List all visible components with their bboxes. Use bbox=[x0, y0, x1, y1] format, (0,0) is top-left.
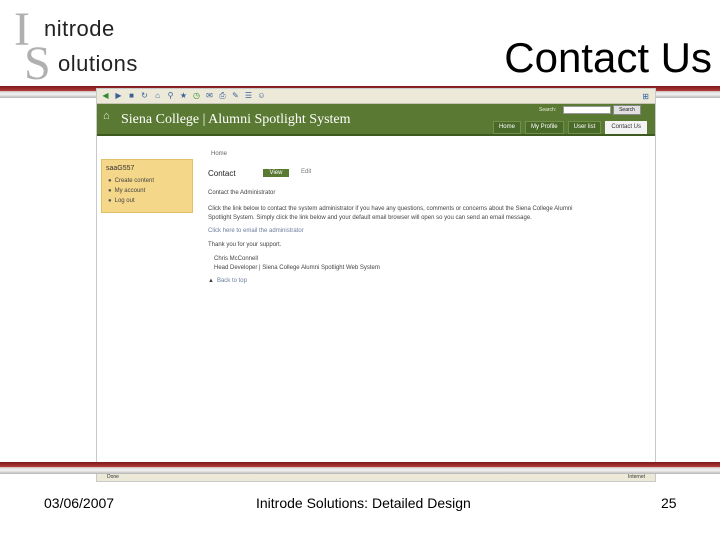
history-icon[interactable]: ◷ bbox=[192, 91, 201, 101]
sidebar-username: saaG557 bbox=[106, 165, 135, 172]
tab-view[interactable]: View bbox=[263, 169, 289, 177]
back-icon[interactable]: ◀ bbox=[101, 91, 110, 101]
thanks-text: Thank you for your support. bbox=[208, 242, 282, 248]
search-label: Search: bbox=[539, 107, 557, 113]
edit-icon[interactable]: ✎ bbox=[231, 91, 240, 101]
favorites-icon[interactable]: ★ bbox=[179, 91, 188, 101]
back-to-top-label: Back to top bbox=[216, 278, 247, 284]
forward-icon[interactable]: ▶ bbox=[114, 91, 123, 101]
user-sidebar: saaG557 ● Create content ● My account ● … bbox=[101, 159, 193, 213]
contact-heading: Contact the Administrator bbox=[208, 190, 276, 196]
stop-icon[interactable]: ■ bbox=[127, 91, 136, 101]
mail-icon[interactable]: ✉ bbox=[205, 91, 214, 101]
site-nav: Home My Profile User list Contact Us bbox=[492, 121, 647, 134]
search-icon[interactable]: ⚲ bbox=[166, 91, 175, 101]
home-icon[interactable]: ⌂ bbox=[153, 91, 162, 101]
initrode-logo: I nitrode S olutions bbox=[8, 6, 168, 90]
bullet-icon: ● bbox=[108, 198, 112, 204]
sidebar-item-label: My account bbox=[114, 188, 146, 194]
browser-toolbar: ◀ ▶ ■ ↻ ⌂ ⚲ ★ ◷ ✉ ⎙ ✎ ☰ ☺ ⊞ bbox=[97, 89, 655, 104]
nav-contact-us[interactable]: Contact Us bbox=[605, 121, 647, 134]
windows-logo-icon: ⊞ bbox=[642, 91, 649, 101]
nav-user-list[interactable]: User list bbox=[567, 121, 602, 134]
contact-paragraph-line1: Click the link below to contact the syst… bbox=[208, 206, 573, 212]
breadcrumb-home-link[interactable]: Home bbox=[211, 151, 227, 157]
tab-edit[interactable]: Edit bbox=[301, 169, 311, 175]
logo-word-olutions: olutions bbox=[58, 51, 138, 76]
up-arrow-icon: ▲ bbox=[208, 278, 214, 284]
footer-title: Initrode Solutions: Detailed Design bbox=[256, 495, 471, 511]
status-done: Done bbox=[107, 474, 119, 480]
refresh-icon[interactable]: ↻ bbox=[140, 91, 149, 101]
sidebar-item-label: Log out bbox=[114, 198, 135, 204]
nav-home[interactable]: Home bbox=[492, 121, 521, 134]
page-title: Contact bbox=[208, 169, 236, 178]
email-admin-link[interactable]: Click here to email the administrator bbox=[208, 227, 304, 236]
discuss-icon[interactable]: ☰ bbox=[244, 91, 253, 101]
logo-initial-s: S bbox=[24, 37, 51, 90]
nav-my-profile[interactable]: My Profile bbox=[524, 121, 564, 134]
logo-word-nitrode: nitrode bbox=[44, 16, 115, 41]
footer-date: 03/06/2007 bbox=[44, 495, 115, 511]
browser-screenshot: ◀ ▶ ■ ↻ ⌂ ⚲ ★ ◷ ✉ ⎙ ✎ ☰ ☺ ⊞ ⌂ Siena Coll… bbox=[96, 88, 656, 482]
site-search-input[interactable] bbox=[563, 106, 611, 114]
bottom-divider-bar bbox=[0, 462, 720, 474]
college-building-icon: ⌂ bbox=[103, 110, 110, 122]
site-header: ⌂ Siena College | Alumni Spotlight Syste… bbox=[97, 104, 655, 136]
contact-paragraph-line2: Spotlight System. Simply click the link … bbox=[208, 215, 532, 221]
bullet-icon: ● bbox=[108, 178, 112, 184]
bullet-icon: ● bbox=[108, 188, 112, 194]
sidebar-item-create-content[interactable]: ● Create content bbox=[108, 178, 154, 184]
print-icon[interactable]: ⎙ bbox=[218, 91, 227, 101]
slide-title: Contact Us bbox=[504, 34, 712, 81]
sidebar-item-label: Create content bbox=[114, 178, 154, 184]
signature-role: Head Developer | Siena College Alumni Sp… bbox=[214, 265, 380, 271]
sidebar-item-my-account[interactable]: ● My account bbox=[108, 188, 145, 194]
back-to-top-link[interactable]: ▲ Back to top bbox=[208, 277, 247, 286]
status-internet-zone: Internet bbox=[628, 474, 645, 480]
sidebar-item-log-out[interactable]: ● Log out bbox=[108, 198, 135, 204]
messenger-icon[interactable]: ☺ bbox=[257, 91, 266, 101]
site-search-button[interactable]: Search bbox=[613, 105, 641, 115]
footer-page-number: 25 bbox=[661, 495, 677, 511]
signature-name: Chris McConnell bbox=[214, 256, 259, 262]
site-title: Siena College | Alumni Spotlight System bbox=[121, 112, 351, 127]
